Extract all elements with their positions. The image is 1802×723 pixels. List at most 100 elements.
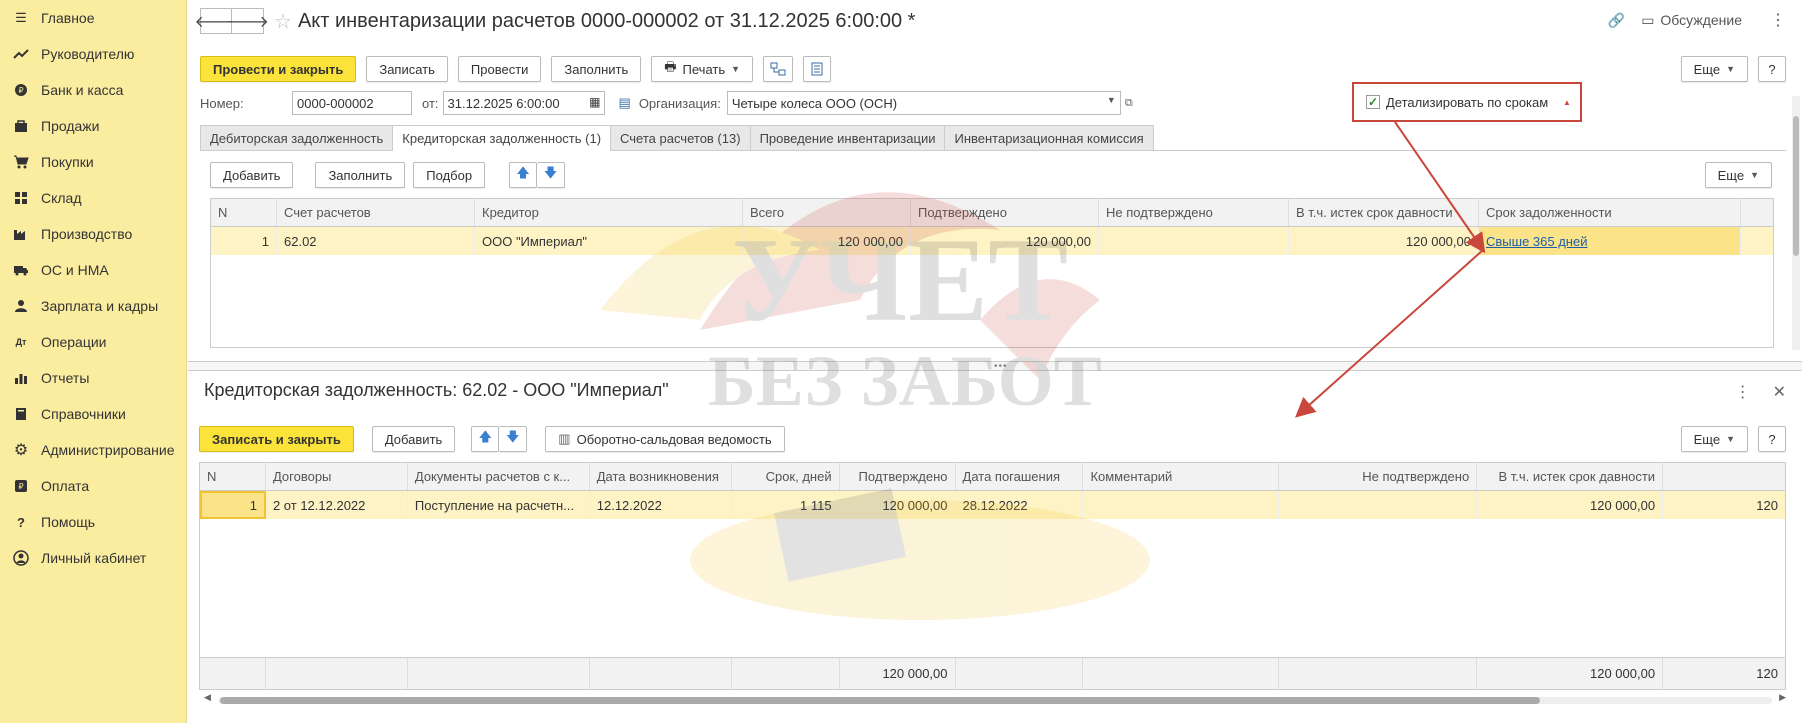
cell-account[interactable]: 62.02	[277, 227, 475, 255]
sidebar-item-assets[interactable]: ОС и НМА	[0, 252, 186, 288]
cell-n[interactable]: 1	[211, 227, 277, 255]
col-date-start[interactable]: Дата возникновения	[590, 463, 732, 490]
discussion-button[interactable]: ▭ Обсуждение	[1641, 12, 1742, 29]
tab-commission[interactable]: Инвентаризационная комиссия	[944, 125, 1154, 150]
sidebar-item-payment[interactable]: ₽ Оплата	[0, 468, 186, 504]
table-row[interactable]: 1 62.02 ООО "Империал" 120 000,00 120 00…	[211, 227, 1773, 255]
cell-total[interactable]: 120 000,00	[743, 227, 911, 255]
cell-expired[interactable]: 120 000,00	[1289, 227, 1479, 255]
sidebar-item-operations[interactable]: Дт Операции	[0, 324, 186, 360]
cell-contract[interactable]: 2 от 12.12.2022	[266, 491, 408, 519]
close-icon[interactable]: ✕	[1773, 382, 1786, 402]
sidebar-item-references[interactable]: Справочники	[0, 396, 186, 432]
col-unconfirmed[interactable]: Не подтверждено	[1099, 199, 1289, 226]
more-button[interactable]: Еще ▼	[1680, 56, 1748, 82]
cell-unconfirmed[interactable]	[1099, 227, 1289, 255]
col-extra[interactable]	[1663, 463, 1785, 490]
move-up-button[interactable]: 🡅	[509, 162, 538, 188]
col-comment[interactable]: Комментарий	[1083, 463, 1280, 490]
col-n[interactable]: N	[211, 199, 277, 226]
fill-button[interactable]: Заполнить	[551, 56, 642, 82]
fill-table-button[interactable]: Заполнить	[315, 162, 406, 188]
pick-button[interactable]: Подбор	[413, 162, 486, 188]
col-creditor[interactable]: Кредитор	[475, 199, 743, 226]
term-link[interactable]: Свыше 365 дней	[1486, 234, 1587, 249]
print-button[interactable]: 🖶 Печать ▼	[651, 56, 754, 82]
sidebar-item-warehouse[interactable]: Склад	[0, 180, 186, 216]
tab-accounts[interactable]: Счета расчетов (13)	[610, 125, 751, 150]
horizontal-scrollbar[interactable]: ◀ ▶	[204, 692, 1786, 706]
cell-expired[interactable]: 120 000,00	[1477, 491, 1664, 519]
subform-more-button[interactable]: Еще ▼	[1680, 426, 1748, 452]
help-button[interactable]: ?	[1758, 56, 1786, 82]
sidebar-item-director[interactable]: Руководителю	[0, 36, 186, 72]
move-down-button[interactable]: 🡇	[499, 426, 528, 452]
favorite-star-icon[interactable]: ☆	[274, 9, 292, 34]
col-account[interactable]: Счет расчетов	[277, 199, 475, 226]
col-days[interactable]: Срок, дней	[732, 463, 840, 490]
scrollbar-thumb[interactable]	[1793, 116, 1799, 256]
sidebar-item-account[interactable]: Личный кабинет	[0, 540, 186, 576]
tab-inventory-posting[interactable]: Проведение инвентаризации	[749, 125, 946, 150]
cell-confirmed[interactable]: 120 000,00	[911, 227, 1099, 255]
col-confirmed[interactable]: Подтверждено	[911, 199, 1099, 226]
structure-button[interactable]	[763, 56, 794, 82]
sidebar-item-reports[interactable]: Отчеты	[0, 360, 186, 396]
move-down-button[interactable]: 🡇	[537, 162, 566, 188]
sidebar-item-main[interactable]: ☰ Главное	[0, 0, 186, 36]
subform-help-button[interactable]: ?	[1758, 426, 1786, 452]
report-button[interactable]	[803, 56, 832, 82]
tab-receivables[interactable]: Дебиторская задолженность	[200, 125, 394, 150]
kebab-menu-icon[interactable]: ⋮	[1735, 382, 1751, 402]
col-n[interactable]: N	[200, 463, 266, 490]
kebab-menu-icon[interactable]: ⋮	[1770, 10, 1786, 30]
scroll-right-icon[interactable]: ▶	[1779, 692, 1786, 703]
open-org-icon[interactable]: ⧉	[1125, 97, 1133, 110]
sidebar-item-sales[interactable]: Продажи	[0, 108, 186, 144]
sidebar-item-salary[interactable]: Зарплата и кадры	[0, 288, 186, 324]
organization-select[interactable]: Четыре колеса ООО (ОСН) ▼	[726, 91, 1121, 115]
date-input[interactable]: 31.12.2025 6:00:00 ▦	[442, 91, 605, 115]
subform-add-button[interactable]: Добавить	[371, 426, 456, 452]
link-icon[interactable]: 🔗	[1608, 12, 1625, 29]
forward-button[interactable]: 🡒	[226, 8, 269, 34]
col-expired[interactable]: В т.ч. истек срок давности	[1477, 463, 1664, 490]
col-date-end[interactable]: Дата погашения	[956, 463, 1084, 490]
table-row[interactable]: 1 2 от 12.12.2022 Поступление на расчетн…	[200, 491, 1785, 519]
cell-confirmed[interactable]: 120 000,00	[840, 491, 956, 519]
cell-days[interactable]: 1 115	[732, 491, 840, 519]
sidebar-item-bank[interactable]: ₽ Банк и касса	[0, 72, 186, 108]
cell-extra[interactable]: 120	[1663, 491, 1785, 519]
move-up-button[interactable]: 🡅	[471, 426, 500, 452]
chevron-down-icon[interactable]: ▼	[1107, 95, 1116, 105]
save-and-close-button[interactable]: Записать и закрыть	[199, 426, 354, 452]
cell-date-start[interactable]: 12.12.2022	[590, 491, 732, 519]
panel-splitter[interactable]: •••	[188, 361, 1802, 372]
vertical-scrollbar[interactable]	[1792, 96, 1800, 350]
add-row-button[interactable]: Добавить	[210, 162, 294, 188]
scrollbar-thumb[interactable]	[220, 697, 1540, 704]
col-total[interactable]: Всего	[743, 199, 911, 226]
calendar-icon[interactable]: ▦	[589, 95, 600, 109]
col-confirmed[interactable]: Подтверждено	[840, 463, 956, 490]
number-input[interactable]: 0000-000002	[292, 91, 412, 115]
cell-unconfirmed[interactable]	[1279, 491, 1478, 519]
col-unconfirmed[interactable]: Не подтверждено	[1279, 463, 1478, 490]
save-button[interactable]: Записать	[366, 56, 448, 82]
tab-payables[interactable]: Кредиторская задолженность (1)	[392, 125, 612, 151]
col-contract[interactable]: Договоры	[266, 463, 408, 490]
turnover-sheet-button[interactable]: ▥ Оборотно-сальдовая ведомость	[545, 426, 785, 452]
cell-date-end[interactable]: 28.12.2022	[956, 491, 1084, 519]
cell-document[interactable]: Поступление на расчетн...	[408, 491, 590, 519]
scroll-left-icon[interactable]: ◀	[204, 692, 211, 703]
col-documents[interactable]: Документы расчетов с к...	[408, 463, 590, 490]
detail-by-terms-checkbox[interactable]: ✓	[1366, 95, 1380, 109]
splitter-handle-icon[interactable]: •••	[994, 361, 1008, 372]
post-and-close-button[interactable]: Провести и закрыть	[200, 56, 357, 82]
table-more-button[interactable]: Еще ▼	[1704, 162, 1772, 188]
sidebar-item-admin[interactable]: ⚙ Администрирование	[0, 432, 186, 468]
sidebar-item-production[interactable]: Производство	[0, 216, 186, 252]
post-button[interactable]: Провести	[457, 56, 542, 82]
cell-creditor[interactable]: ООО "Империал"	[475, 227, 743, 255]
sidebar-item-help[interactable]: ? Помощь	[0, 504, 186, 540]
